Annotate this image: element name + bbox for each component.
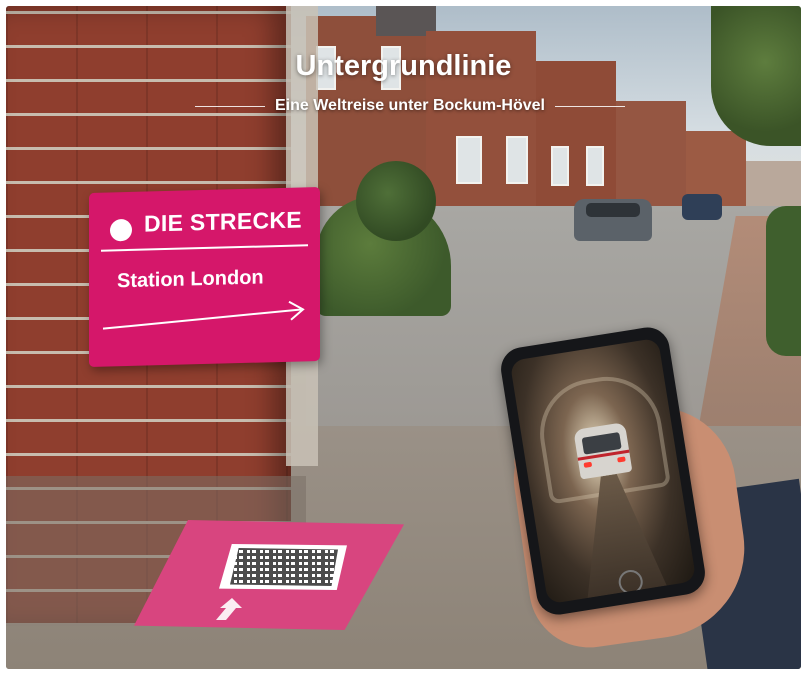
subway-train [573, 422, 633, 480]
subtitle-line-left [195, 105, 265, 107]
phone-screen [509, 337, 697, 605]
sign-title: DIE STRECKE [144, 206, 302, 237]
subtitle-row: Eine Weltreise unter Bockum-Hövel [195, 94, 625, 118]
parked-car [574, 199, 652, 241]
bush [766, 206, 801, 356]
arrow-up-icon [216, 598, 242, 620]
subtitle-line-right [555, 105, 625, 107]
parked-car-distant [682, 194, 722, 220]
dot-icon [110, 218, 132, 242]
sign-divider [101, 244, 308, 252]
shrub [356, 161, 436, 241]
page-subtitle: Eine Weltreise unter Bockum-Hövel [275, 97, 545, 114]
qr-code-pattern [230, 548, 338, 586]
train-light [617, 456, 626, 463]
train-light [583, 461, 593, 468]
arrow-right-icon [102, 300, 305, 330]
sign-station: Station London [117, 266, 264, 293]
page-title: Untergrundlinie [295, 50, 512, 82]
route-sign: DIE STRECKE Station London [89, 186, 320, 368]
